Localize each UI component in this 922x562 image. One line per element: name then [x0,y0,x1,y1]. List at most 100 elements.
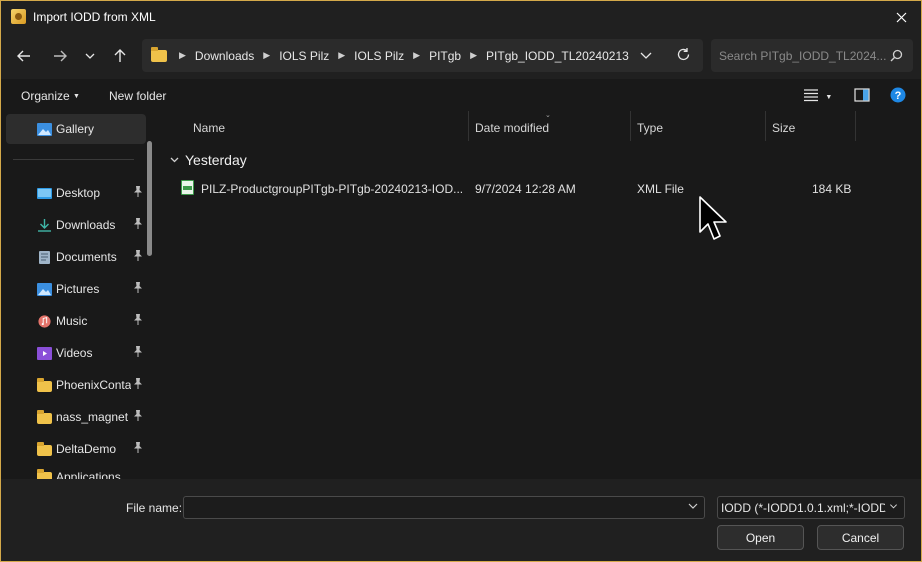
sidebar-item-music[interactable]: Music [6,306,146,336]
pin-icon [133,250,143,264]
sidebar-item-downloads[interactable]: Downloads [6,210,146,240]
file-row[interactable]: PILZ-ProductgroupPITgb-PITgb-20240213-IO… [161,177,921,199]
file-name: PILZ-ProductgroupPITgb-PITgb-20240213-IO… [201,182,464,196]
new-folder-button[interactable]: New folder [109,89,166,103]
folder-icon [151,46,167,62]
recent-locations-button[interactable] [77,43,103,69]
file-type: XML File [637,182,684,196]
chevron-down-icon [170,157,179,163]
arrow-up-icon [114,49,126,62]
caret-down-icon: ▼ [825,94,833,101]
column-divider[interactable] [630,111,631,141]
pin-icon [133,282,143,296]
sidebar-item-nass-magnet[interactable]: nass_magnet [6,402,146,432]
preview-pane-button[interactable] [854,88,870,105]
file-date: 9/7/2024 12:28 AM [475,182,576,196]
breadcrumb-item[interactable]: Downloads [195,49,254,63]
pin-icon [133,218,143,232]
breadcrumb-item[interactable]: IOLS Pilz [354,49,404,63]
address-history-button[interactable] [640,49,652,63]
desktop-icon [37,187,52,199]
pin-icon [133,186,143,200]
title-bar: Import IODD from XML [1,1,921,33]
file-name-input[interactable] [183,496,705,519]
chevron-right-icon: ▶ [470,50,478,60]
open-button[interactable]: Open [717,525,804,550]
sidebar-item-desktop[interactable]: Desktop [6,178,146,208]
column-divider[interactable] [855,111,856,141]
folder-icon [37,410,52,424]
navigation-bar: ▶ Downloads ▶ IOLS Pilz ▶ IOLS Pilz ▶ PI… [1,33,921,79]
refresh-button[interactable] [676,47,691,65]
close-icon [896,12,906,22]
sidebar-item-deltademo[interactable]: DeltaDemo [6,434,146,464]
up-button[interactable] [107,43,133,69]
column-header-type[interactable]: Type [637,111,663,141]
sidebar-item-gallery[interactable]: Gallery [6,114,146,144]
pin-icon [133,346,143,360]
breadcrumb-item[interactable]: PITgb_IODD_TL20240213 [486,49,629,63]
file-list: Name Date modified ⌄ Type Size Yesterday… [161,111,921,479]
sort-indicator-icon: ⌄ [545,112,551,119]
close-button[interactable] [881,1,921,33]
download-icon [38,218,51,232]
pin-icon [133,314,143,328]
pin-icon [133,378,143,392]
forward-button[interactable] [47,43,73,69]
help-button[interactable]: ? [890,87,906,106]
sidebar-item-pictures[interactable]: Pictures [6,274,146,304]
column-divider[interactable] [765,111,766,141]
sidebar-item-documents[interactable]: Documents [6,242,146,272]
column-divider[interactable] [468,111,469,141]
cancel-button[interactable]: Cancel [817,525,904,550]
chevron-right-icon: ▶ [263,50,271,60]
pin-icon [133,410,143,424]
folder-icon [37,442,52,456]
videos-icon [37,346,52,360]
chevron-right-icon: ▶ [179,50,186,60]
mouse-cursor-icon [699,196,727,240]
search-box[interactable]: Search PITgb_IODD_TL2024... [711,39,913,72]
column-header-date[interactable]: Date modified [475,111,549,141]
list-view-icon [804,89,818,102]
chevron-right-icon: ▶ [413,50,421,60]
address-bar[interactable]: ▶ Downloads ▶ IOLS Pilz ▶ IOLS Pilz ▶ PI… [142,39,703,72]
chevron-down-icon[interactable] [688,503,698,509]
breadcrumb-item[interactable]: IOLS Pilz [279,49,329,63]
search-input[interactable]: Search PITgb_IODD_TL2024... [719,49,886,63]
arrow-right-icon [54,50,67,62]
xml-file-icon [181,180,194,195]
sidebar-divider [13,159,134,160]
sidebar-scrollbar[interactable] [147,141,152,256]
file-name-label: File name: [126,501,183,515]
breadcrumb-item[interactable]: PITgb [429,49,461,63]
breadcrumb: ▶ Downloads ▶ IOLS Pilz ▶ IOLS Pilz ▶ PI… [173,49,629,63]
arrow-left-icon [17,50,30,62]
sidebar-item-videos[interactable]: Videos [6,338,146,368]
file-size: 184 KB [812,182,852,196]
app-icon [11,9,26,24]
group-header-yesterday[interactable]: Yesterday [170,152,247,168]
folder-icon [37,469,52,479]
navigation-pane: Gallery Desktop Downloads Documents Pict… [1,111,161,479]
documents-icon [39,250,50,264]
sidebar-item-phoenixconta[interactable]: PhoenixConta [6,370,146,400]
refresh-icon [677,48,690,61]
pictures-icon [37,282,52,296]
import-iodd-dialog: Import IODD from XML ▶ Downloads ▶ IOLS … [0,0,922,562]
view-options-button[interactable]: ▼ [803,88,832,105]
column-header-size[interactable]: Size [772,111,795,141]
back-button[interactable] [11,43,37,69]
help-icon: ? [890,87,906,103]
pin-icon [133,442,143,456]
sidebar-item-applications[interactable]: Applications [6,466,146,479]
gallery-icon [37,122,52,136]
file-type-select[interactable]: IODD (*-IODD1.0.1.xml;*-IODD [717,496,905,519]
caret-down-icon: ▼ [73,93,80,100]
column-header-name[interactable]: Name [193,111,225,141]
chevron-right-icon: ▶ [338,50,346,60]
chevron-down-icon [85,53,95,59]
organize-menu[interactable]: Organize ▼ [21,89,80,103]
chevron-down-icon [640,52,652,59]
music-icon [38,314,51,328]
